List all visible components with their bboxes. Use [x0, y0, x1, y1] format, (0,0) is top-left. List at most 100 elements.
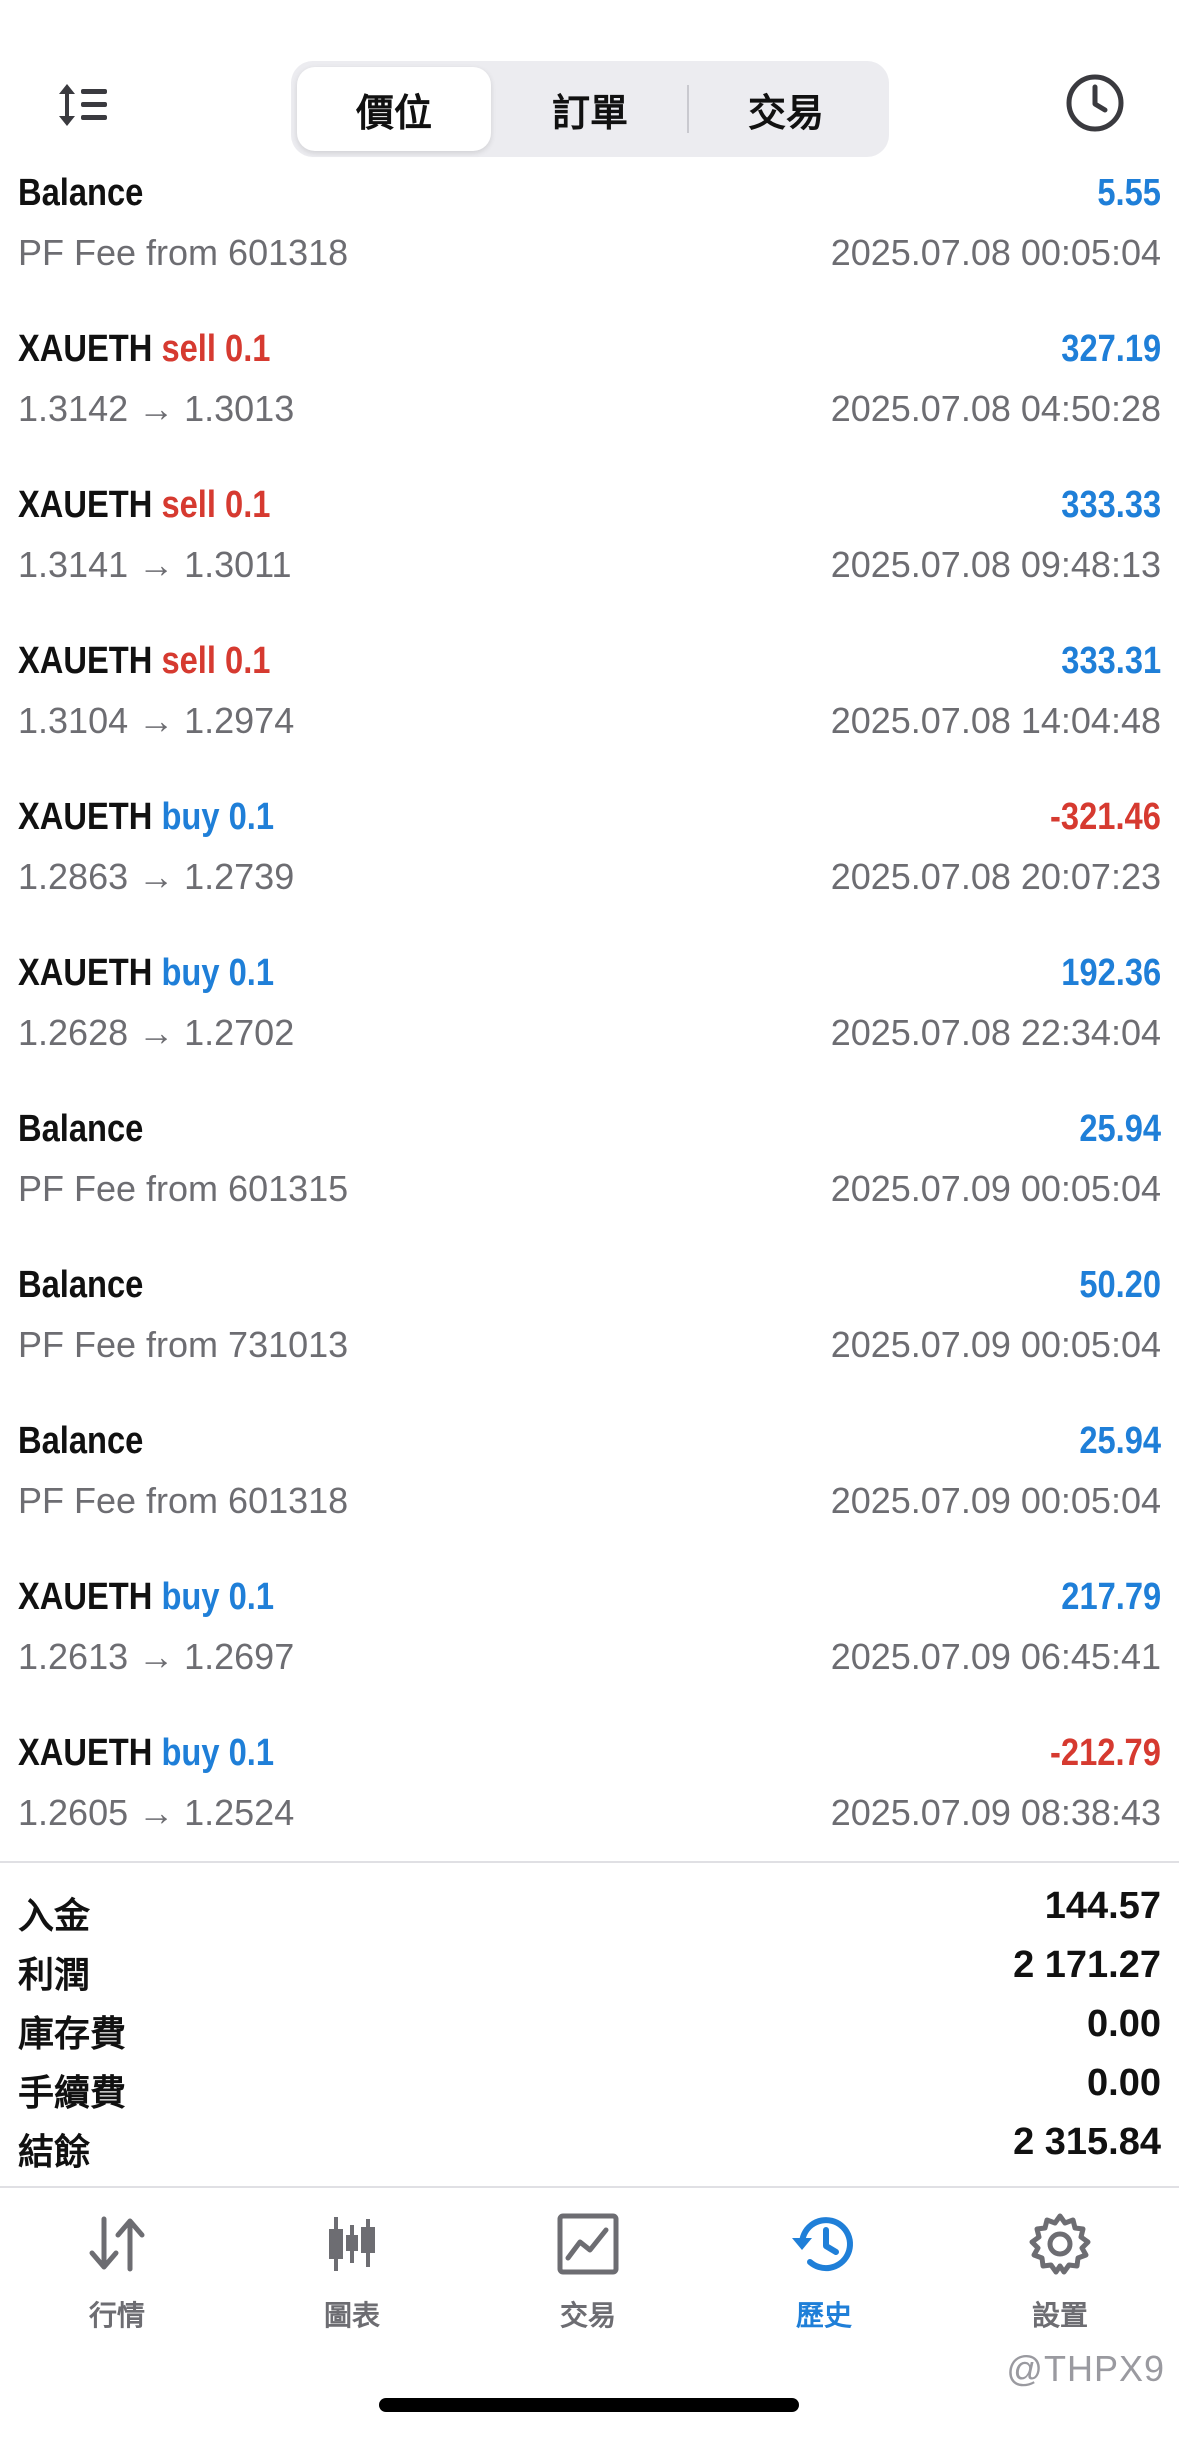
list-item[interactable]: XAUETH sell 0.1 327.19 1.3142 → 1.3013 2…: [0, 316, 1179, 472]
deal-time: 2025.07.09 00:05:04: [830, 1324, 1161, 1365]
tab-quotes[interactable]: 行情: [37, 2208, 197, 2358]
tab-settings[interactable]: 設置: [980, 2208, 1140, 2358]
clock-icon: [1066, 74, 1124, 132]
list-item[interactable]: XAUETH buy 0.1 217.79 1.2613 → 1.2697 20…: [0, 1564, 1179, 1720]
tab-label: 設置: [1031, 2300, 1088, 2331]
deal-symbol: Balance: [18, 1264, 144, 1306]
summary-row-deposit: 入金 144.57: [0, 1881, 1179, 1940]
deal-prices: 1.2863 → 1.2739: [18, 856, 295, 897]
tab-label: 交易: [559, 2300, 616, 2331]
deal-time: 2025.07.08 22:34:04: [830, 1012, 1161, 1053]
summary-value: 2 171.27: [1013, 1944, 1161, 1986]
list-item[interactable]: XAUETH buy 0.1 192.36 1.2628 → 1.2702 20…: [0, 940, 1179, 1096]
list-item[interactable]: XAUETH sell 0.1 333.33 1.3141 → 1.3011 2…: [0, 472, 1179, 628]
segment-label: 價位: [355, 92, 432, 135]
summary-label: 結餘: [18, 2131, 91, 2172]
deal-profit: -321.46: [1050, 796, 1161, 838]
deal-comment: PF Fee from 601318: [18, 232, 349, 273]
summary-row-profit: 利潤 2 171.27: [0, 1940, 1179, 1999]
trade-chart-icon: [552, 2208, 624, 2280]
top-bar: 價位 訂單 交易: [0, 0, 1179, 172]
deal-prices: 1.3141 → 1.3011: [18, 544, 292, 585]
deal-profit: -212.79: [1050, 1732, 1161, 1774]
deal-title: XAUETH sell 0.1: [18, 328, 270, 371]
segment-label: 訂單: [551, 92, 628, 135]
deal-type: buy: [161, 1732, 220, 1774]
period-button[interactable]: [1062, 70, 1128, 136]
deal-type: buy: [161, 796, 220, 838]
deal-profit: 192.36: [1061, 952, 1161, 994]
deal-title: XAUETH sell 0.1: [18, 640, 270, 683]
deal-type: buy: [161, 1576, 220, 1618]
summary-value: 2 315.84: [1013, 2121, 1161, 2163]
deal-profit: 25.94: [1079, 1420, 1161, 1462]
deal-type: sell: [161, 640, 216, 682]
deal-prices: 1.2605 → 1.2524: [18, 1792, 295, 1833]
deal-volume: 0.1: [228, 952, 275, 994]
deal-profit: 333.33: [1061, 484, 1161, 526]
segment-orders[interactable]: 訂單: [493, 67, 687, 151]
deal-title: XAUETH buy 0.1: [18, 952, 274, 995]
deal-time: 2025.07.09 00:05:04: [830, 1168, 1161, 1209]
summary-label: 入金: [18, 1895, 91, 1936]
deal-prices: 1.3142 → 1.3013: [18, 388, 295, 429]
deal-title: Balance: [18, 1108, 143, 1151]
deal-prices: 1.2628 → 1.2702: [18, 1012, 295, 1053]
tab-charts[interactable]: 圖表: [272, 2208, 432, 2358]
summary-label: 利潤: [18, 1954, 91, 1995]
list-item[interactable]: Balance 50.20 PF Fee from 731013 2025.07…: [0, 1252, 1179, 1408]
deal-symbol: Balance: [18, 1108, 144, 1150]
sort-button[interactable]: [50, 72, 116, 138]
deal-volume: 0.1: [228, 1732, 275, 1774]
history-deal-list[interactable]: Balance 5.55 PF Fee from 601318 2025.07.…: [0, 160, 1179, 1876]
list-item[interactable]: XAUETH buy 0.1 -321.46 1.2863 → 1.2739 2…: [0, 784, 1179, 940]
list-item[interactable]: Balance 25.94 PF Fee from 601318 2025.07…: [0, 1408, 1179, 1564]
deal-volume: 0.1: [225, 484, 271, 526]
list-item[interactable]: Balance 5.55 PF Fee from 601318 2025.07.…: [0, 160, 1179, 316]
deal-volume: 0.1: [228, 796, 275, 838]
deal-profit: 5.55: [1097, 172, 1161, 214]
summary-row-balance: 結餘 2 315.84: [0, 2117, 1179, 2176]
home-indicator[interactable]: [379, 2398, 799, 2412]
list-item[interactable]: XAUETH sell 0.1 333.31 1.3104 → 1.2974 2…: [0, 628, 1179, 784]
segment-positions[interactable]: 價位: [297, 67, 491, 151]
tab-history[interactable]: 歷史: [744, 2208, 904, 2358]
deal-title: XAUETH sell 0.1: [18, 484, 270, 527]
summary-label: 手續費: [18, 2072, 127, 2113]
deal-symbol: XAUETH: [18, 328, 153, 370]
deal-time: 2025.07.08 00:05:04: [830, 232, 1161, 273]
deal-symbol: XAUETH: [18, 1732, 153, 1774]
deal-title: Balance: [18, 1264, 143, 1307]
deal-prices: 1.3104 → 1.2974: [18, 700, 295, 741]
tab-label: 行情: [88, 2300, 145, 2331]
gear-icon: [1024, 2208, 1096, 2280]
deal-volume: 0.1: [228, 1576, 275, 1618]
deal-symbol: Balance: [18, 1420, 144, 1462]
deal-comment: PF Fee from 601315: [18, 1168, 349, 1209]
deal-profit: 327.19: [1061, 328, 1161, 370]
summary-row-swap: 庫存費 0.00: [0, 1999, 1179, 2058]
deal-title: XAUETH buy 0.1: [18, 1576, 274, 1619]
watermark: @THPX9: [1006, 2348, 1165, 2389]
history-icon: [788, 2208, 860, 2280]
list-item[interactable]: Balance 25.94 PF Fee from 601315 2025.07…: [0, 1096, 1179, 1252]
deal-symbol: Balance: [18, 172, 144, 214]
quotes-arrows-icon: [81, 2208, 153, 2280]
deal-profit: 50.20: [1079, 1264, 1161, 1306]
deal-time: 2025.07.08 09:48:13: [830, 544, 1161, 585]
list-item[interactable]: XAUETH buy 0.1 -212.79 1.2605 → 1.2524 2…: [0, 1720, 1179, 1876]
deal-time: 2025.07.08 14:04:48: [830, 700, 1161, 741]
deal-time: 2025.07.08 20:07:23: [830, 856, 1161, 897]
deal-type: buy: [161, 952, 220, 994]
segment-deals[interactable]: 交易: [689, 67, 883, 151]
view-segmented-control: 價位 訂單 交易: [291, 61, 889, 157]
deal-title: Balance: [18, 172, 143, 215]
deal-volume: 0.1: [225, 328, 271, 370]
deal-profit: 25.94: [1079, 1108, 1161, 1150]
deal-time: 2025.07.09 06:45:41: [830, 1636, 1161, 1677]
deal-comment: PF Fee from 731013: [18, 1324, 349, 1365]
tab-trade[interactable]: 交易: [508, 2208, 668, 2358]
tab-label: 圖表: [323, 2300, 380, 2331]
deal-title: Balance: [18, 1420, 143, 1463]
segment-label: 交易: [747, 92, 824, 135]
